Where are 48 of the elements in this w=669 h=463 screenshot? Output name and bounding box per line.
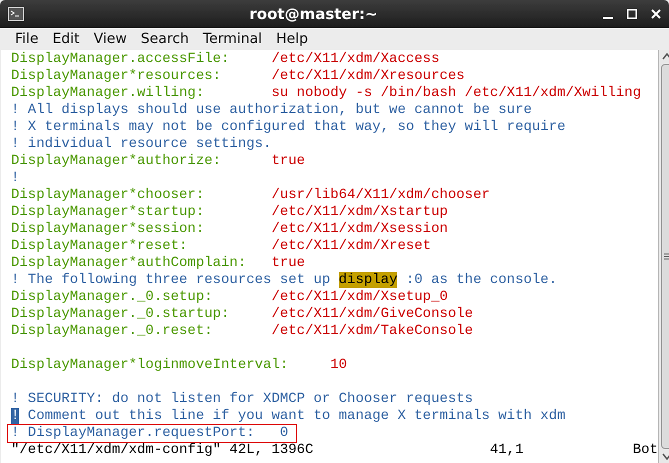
config-key: DisplayManager*loginmoveInterval: (11, 357, 330, 374)
config-key: DisplayManager*session: (11, 221, 272, 238)
config-value: 10 (330, 357, 348, 373)
config-key: DisplayManager*authorize: (11, 153, 272, 170)
comment-line: ! DisplayManager.requestPort: 0 (8, 425, 296, 442)
config-key: DisplayManager._0.startup: (11, 306, 272, 323)
menu-item[interactable]: Terminal (196, 29, 270, 49)
menu-item[interactable]: File (8, 29, 46, 49)
maximize-icon[interactable] (627, 9, 637, 19)
config-key: DisplayManager.willing: (11, 85, 272, 102)
comment-line: ! All displays should use authorization, but we cannot be sure (11, 102, 532, 119)
config-key: DisplayManager*startup: (11, 204, 272, 221)
cursor-position: 41,1 (490, 442, 524, 459)
config-value: su nobody -s /bin/bash /etc/X11/xdm/Xwilling (271, 85, 642, 101)
menu-item[interactable]: Help (269, 29, 315, 49)
config-value: /etc/X11/xdm/GiveConsole (271, 306, 474, 322)
config-key: DisplayManager*resources: (11, 68, 272, 85)
comment-line: ! The following three resources set up display :0 as the console. (11, 272, 558, 289)
terminal-icon (8, 7, 24, 21)
config-key: DisplayManager*chooser: (11, 187, 272, 204)
config-value: /etc/X11/xdm/Xsetup_0 (271, 289, 448, 305)
grip-icon (664, 253, 669, 260)
comment-line: ! SECURITY: do not listen for XDMCP or Chooser requests (11, 391, 474, 408)
config-key: DisplayManager._0.reset: (11, 323, 272, 340)
menu-item[interactable]: View (86, 29, 134, 49)
config-value: /usr/lib64/X11/xdm/chooser (271, 187, 490, 203)
config-value: /etc/X11/xdm/Xstartup (271, 204, 448, 220)
status-file-info: "/etc/X11/xdm/xdm-config" 42L, 1396C (11, 442, 314, 459)
config-key: DisplayManager*reset: (11, 238, 272, 255)
config-value: true (271, 153, 306, 169)
config-value: /etc/X11/xdm/Xaccess (271, 51, 440, 67)
menu-item[interactable]: Search (134, 29, 196, 49)
config-key: DisplayManager*authComplain: (11, 255, 272, 272)
comment-line: ! X terminals may not be configured that way, so they will require (11, 119, 566, 136)
menu-item[interactable]: Edit (45, 29, 87, 49)
config-key: DisplayManager._0.setup: (11, 289, 272, 306)
config-value: /etc/X11/xdm/Xreset (271, 238, 432, 254)
comment-line: ! Comment out this line if you want to manage X terminals with xdm (11, 408, 566, 425)
config-value: /etc/X11/xdm/Xresources (271, 68, 465, 84)
comment-line: ! (11, 170, 20, 187)
close-icon[interactable] (651, 9, 661, 19)
comment-line: ! individual resource settings. (11, 136, 272, 153)
scroll-position: Bot (632, 442, 658, 459)
config-value: /etc/X11/xdm/TakeConsole (271, 323, 474, 339)
config-value: true (271, 255, 306, 271)
config-key: DisplayManager.accessFile: (11, 51, 272, 68)
config-value: /etc/X11/xdm/Xsession (271, 221, 448, 237)
window-title: root@master:~ (248, 5, 379, 23)
